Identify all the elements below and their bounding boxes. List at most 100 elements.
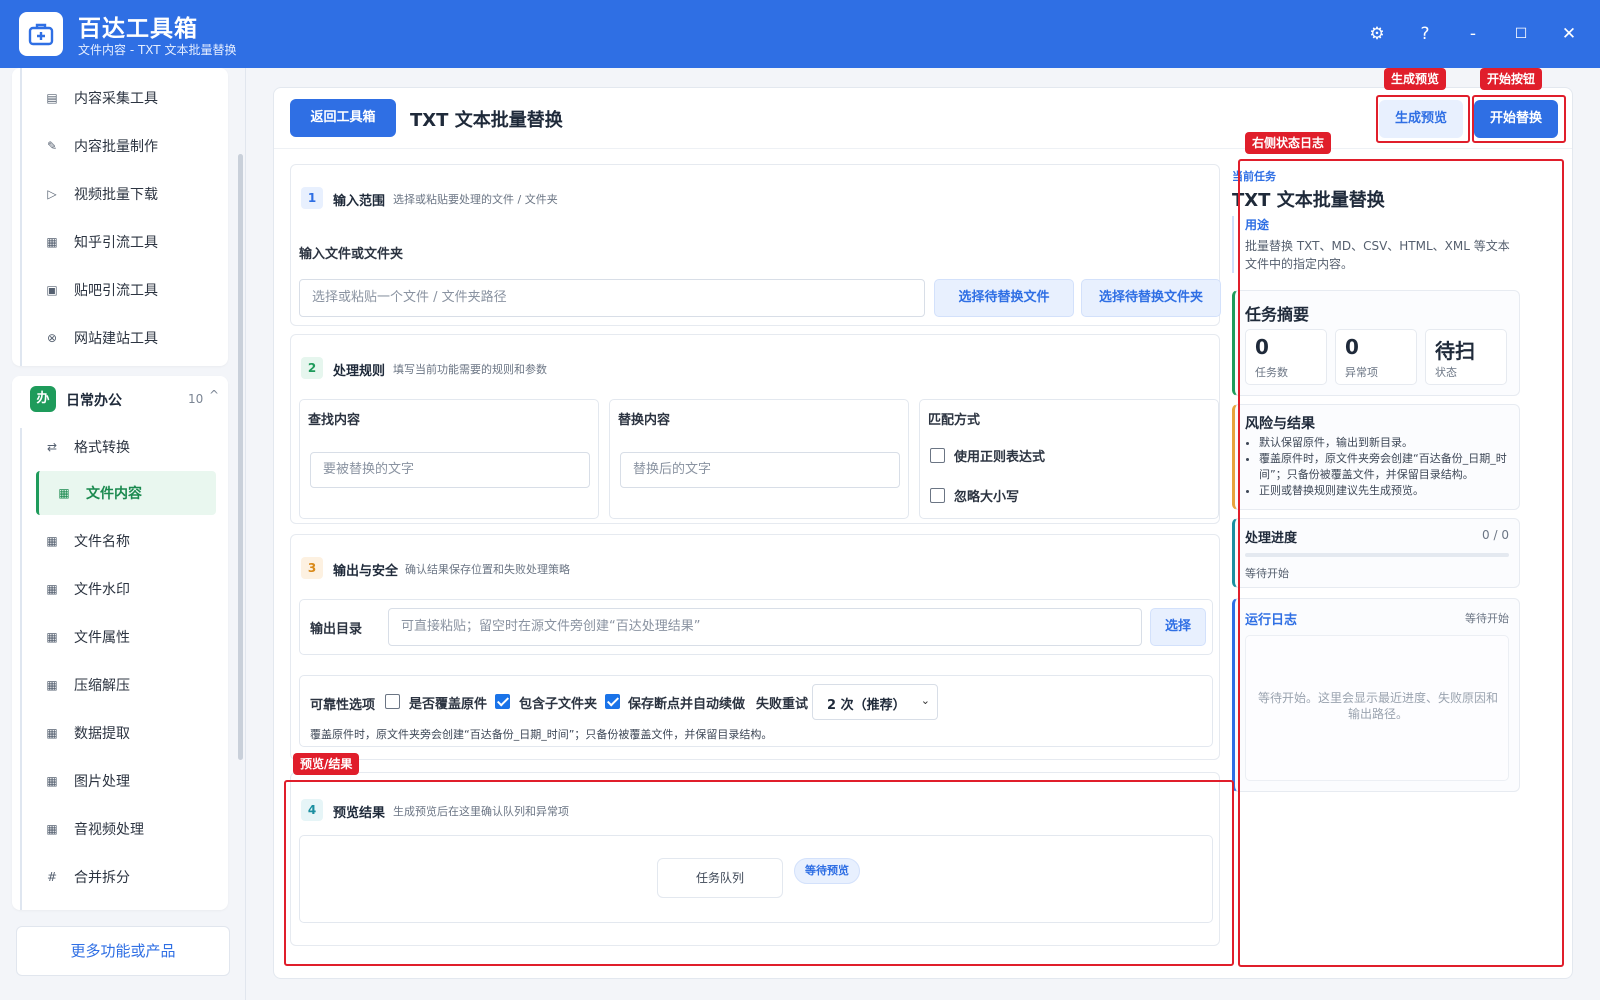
replace-card: 替换内容 替换后的文字 (609, 399, 909, 519)
grid-icon: ▦ (46, 726, 58, 740)
sidebar-item-label: 图片处理 (74, 774, 130, 790)
annotation-tag-start: 开始按钮 (1480, 68, 1543, 90)
sidebar-item-label: 文件属性 (74, 630, 130, 646)
overwrite-label: 是否覆盖原件 (409, 697, 488, 712)
toolbox-icon (28, 23, 54, 46)
sidebar-item-compress[interactable]: ▦ 压缩解压 (24, 663, 218, 707)
retry-select[interactable]: 2 次（推荐） ⌄ (812, 684, 938, 720)
tree-guide-line (20, 428, 22, 910)
annotation-box-preview (1376, 95, 1470, 143)
grid-icon: ▦ (58, 486, 70, 500)
sidebar-item-image[interactable]: ▦ 图片处理 (24, 759, 218, 803)
sidebar-item-av[interactable]: ▦ 音视频处理 (24, 807, 218, 851)
grid-icon: ▦ (46, 678, 58, 692)
resume-checkbox[interactable] (605, 694, 620, 709)
grid-icon: ▦ (46, 534, 58, 548)
select-folder-button[interactable]: 选择待替换文件夹 (1081, 279, 1221, 317)
sidebar-item-format-convert[interactable]: ⇄ 格式转换 (24, 425, 218, 469)
sidebar-group-header[interactable]: 办 日常办公 10 ^ (12, 376, 228, 420)
output-dir-input[interactable]: 可直接粘贴；留空时在源文件旁创建“百达处理结果” (388, 608, 1142, 646)
more-products-button[interactable]: 更多功能或产品 (16, 926, 230, 976)
retry-label: 失败重试 (756, 697, 809, 712)
close-icon[interactable]: ✕ (1555, 20, 1583, 48)
sidebar-item-tieba[interactable]: ▣ 贴吧引流工具 (24, 268, 218, 312)
sidebar-item-label: 知乎引流工具 (74, 235, 158, 251)
resume-label: 保存断点并自动续做 (628, 697, 746, 712)
sidebar-item-file-name[interactable]: ▦ 文件名称 (24, 519, 218, 563)
sidebar-item-zhihu[interactable]: ▦ 知乎引流工具 (24, 220, 218, 264)
sidebar-item-file-content[interactable]: ▦ 文件内容 (36, 471, 216, 515)
chevron-down-icon: ⌄ (920, 694, 930, 707)
sidebar-item-label: 合并拆分 (74, 870, 130, 886)
pen-icon: ✎ (46, 139, 58, 153)
find-input[interactable]: 要被替换的文字 (310, 452, 590, 488)
section-title: 输入范围 (333, 194, 386, 209)
match-card: 匹配方式 使用正则表达式 忽略大小写 (919, 399, 1219, 519)
tree-guide-line (20, 68, 22, 366)
sidebar-item-label: 内容批量制作 (74, 139, 158, 155)
annotation-tag-preview-result: 预览/结果 (293, 753, 360, 775)
help-icon[interactable]: ? (1411, 20, 1439, 48)
sidebar-item-label: 内容采集工具 (74, 91, 158, 107)
hash-icon: # (46, 870, 58, 884)
sidebar-item-data-extract[interactable]: ▦ 数据提取 (24, 711, 218, 755)
find-title: 查找内容 (308, 413, 361, 428)
find-card: 查找内容 要被替换的文字 (299, 399, 599, 519)
grid-icon: ▦ (46, 630, 58, 644)
sidebar-item-website[interactable]: ⊗ 网站建站工具 (24, 316, 218, 360)
chevron-up-icon[interactable]: ^ (209, 388, 219, 402)
field-label: 输入文件或文件夹 (299, 247, 404, 262)
back-to-toolbox-button[interactable]: 返回工具箱 (290, 99, 396, 137)
sidebar-item-label: 压缩解压 (74, 678, 130, 694)
subfolder-checkbox[interactable] (495, 694, 510, 709)
sidebar-scrollbar[interactable] (238, 154, 243, 760)
input-path-field[interactable]: 选择或粘贴一个文件 / 文件夹路径 (299, 279, 925, 317)
annotation-tag-preview: 生成预览 (1384, 68, 1447, 90)
overwrite-checkbox[interactable] (385, 694, 400, 709)
sidebar-item-file-attributes[interactable]: ▦ 文件属性 (24, 615, 218, 659)
retry-select-value: 2 次（推荐） (827, 698, 906, 713)
sidebar-item-file-watermark[interactable]: ▦ 文件水印 (24, 567, 218, 611)
sidebar-item-label: 文件名称 (74, 534, 130, 550)
section-description: 填写当前功能需要的规则和参数 (393, 363, 547, 376)
annotation-box-start (1472, 95, 1566, 143)
globe-icon: ⊗ (46, 331, 58, 345)
settings-gear-icon[interactable]: ⚙ (1363, 20, 1391, 48)
title-bar: 百达工具箱 文件内容 - TXT 文本批量替换 ⚙ ? - ☐ ✕ (0, 0, 1600, 68)
section-description: 确认结果保存位置和失败处理策略 (405, 563, 570, 576)
step-number: 1 (301, 187, 323, 209)
sidebar-item-video-download[interactable]: ▷ 视频批量下载 (24, 172, 218, 216)
sidebar-item-label: 视频批量下载 (74, 187, 158, 203)
annotation-box-preview-result (284, 780, 1234, 966)
doc-icon: ▤ (46, 91, 58, 105)
group-count: 10 (188, 392, 204, 406)
video-icon: ▷ (47, 187, 57, 201)
regex-label: 使用正则表达式 (954, 450, 1046, 465)
subfolder-label: 包含子文件夹 (519, 697, 598, 712)
replace-input[interactable]: 替换后的文字 (620, 452, 900, 488)
choose-output-button[interactable]: 选择 (1150, 608, 1206, 646)
zhihu-icon: ▦ (46, 235, 58, 249)
step-number: 2 (301, 357, 323, 379)
minimize-icon[interactable]: - (1459, 20, 1487, 48)
sidebar-item-content-collect[interactable]: ▤ 内容采集工具 (24, 76, 218, 120)
section-description: 选择或粘贴要处理的文件 / 文件夹 (393, 193, 558, 206)
app-subtitle: 文件内容 - TXT 文本批量替换 (78, 43, 237, 57)
grid-icon: ▦ (46, 822, 58, 836)
swap-icon: ⇄ (46, 440, 58, 454)
reliability-row: 可靠性选项 是否覆盖原件 包含子文件夹 保存断点并自动续做 失败重试 2 次（推… (299, 675, 1213, 747)
sidebar-item-content-batch[interactable]: ✎ 内容批量制作 (24, 124, 218, 168)
sidebar-item-merge-split[interactable]: # 合并拆分 (24, 855, 218, 899)
match-title: 匹配方式 (928, 413, 981, 428)
overwrite-note: 覆盖原件时，原文件夹旁会创建“百达备份_日期_时间”；只备份被覆盖文件，并保留目… (310, 728, 773, 741)
select-files-button[interactable]: 选择待替换文件 (934, 279, 1074, 317)
maximize-icon[interactable]: ☐ (1507, 20, 1535, 48)
ignore-case-checkbox[interactable] (930, 488, 945, 503)
regex-checkbox[interactable] (930, 448, 945, 463)
app-logo (19, 12, 63, 56)
section-title: 处理规则 (333, 364, 386, 379)
section-rules: 2 处理规则 填写当前功能需要的规则和参数 查找内容 要被替换的文字 替换内容 … (290, 334, 1220, 524)
annotation-box-right-log (1238, 159, 1564, 967)
output-label: 输出目录 (310, 622, 363, 637)
ignore-case-label: 忽略大小写 (954, 490, 1020, 505)
